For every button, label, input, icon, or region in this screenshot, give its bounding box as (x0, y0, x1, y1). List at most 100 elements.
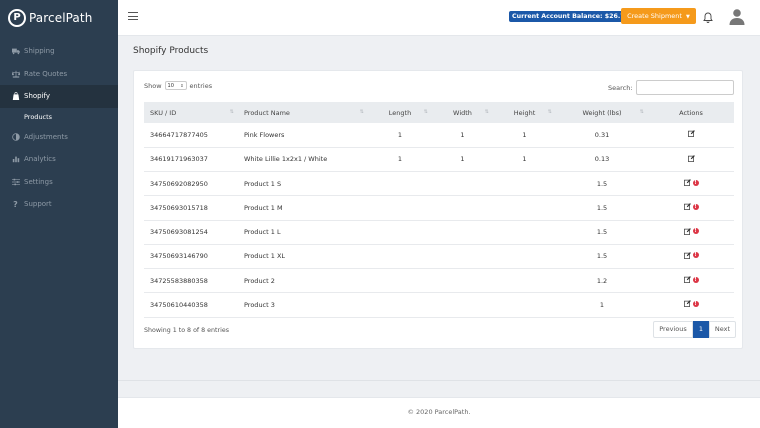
cell-height (493, 220, 556, 245)
cell-width (432, 220, 493, 245)
column-header-height[interactable]: Height ⇅ (493, 102, 556, 123)
sort-icon: ⇅ (639, 109, 644, 115)
cell-height (493, 292, 556, 318)
column-header-length[interactable]: Length ⇅ (368, 102, 432, 123)
page-1-button[interactable]: 1 (693, 321, 709, 338)
cell-sku: 34664717877405 (144, 123, 238, 148)
sidebar-item-settings[interactable]: Settings (0, 171, 118, 194)
delete-icon[interactable]: ! (692, 300, 699, 307)
next-page-button[interactable]: Next (709, 321, 736, 338)
delete-icon[interactable]: ! (692, 228, 699, 235)
sort-icon: ⇅ (423, 109, 428, 115)
cell-weight: 1.5 (556, 195, 648, 221)
sidebar-item-rate-quotes[interactable]: Rate Quotes (0, 63, 118, 86)
sidebar-subitem-products[interactable]: Products (0, 108, 118, 126)
cell-width (432, 292, 493, 318)
column-header-sku[interactable]: SKU / ID ⇅ (144, 102, 238, 123)
cell-product-name: Product 1 L (238, 220, 368, 245)
sidebar-item-label: Rate Quotes (24, 69, 68, 78)
sidebar-item-analytics[interactable]: Analytics (0, 148, 118, 171)
cell-weight: 1 (556, 292, 648, 318)
sort-icon: ⇅ (229, 109, 234, 115)
sort-icon: ⇅ (547, 109, 552, 115)
previous-page-button[interactable]: Previous (653, 321, 693, 338)
cell-length (368, 195, 432, 221)
cell-sku: 34725583880358 (144, 268, 238, 294)
cell-width (432, 195, 493, 221)
menu-toggle-icon[interactable] (128, 12, 138, 20)
cell-length (368, 171, 432, 197)
cell-actions: ! (648, 220, 734, 245)
cell-product-name: Product 2 (238, 268, 368, 294)
table-info: Showing 1 to 8 of 8 entries (144, 327, 229, 334)
cell-product-name: Product 1 M (238, 195, 368, 221)
top-header: Current Account Balance: $26.77 Create S… (118, 0, 760, 36)
search-input[interactable] (636, 80, 734, 95)
page-title: Shopify Products (133, 46, 209, 56)
edit-icon[interactable] (683, 227, 691, 235)
products-card: Show 10 ⇕ entries Search: SKU / ID ⇅ Prod… (133, 70, 743, 349)
account-balance-badge[interactable]: Current Account Balance: $26.77 (509, 11, 633, 22)
cell-width (432, 268, 493, 294)
sort-icon: ⇅ (359, 109, 364, 115)
table-row: 34750693081254 Product 1 L 1.5! (144, 220, 734, 245)
cell-sku: 34750692082950 (144, 171, 238, 197)
delete-icon[interactable]: ! (692, 276, 699, 283)
column-header-width[interactable]: Width ⇅ (432, 102, 493, 123)
sidebar-item-adjustments[interactable]: Adjustments (0, 126, 118, 149)
cell-product-name: Pink Flowers (238, 123, 368, 148)
edit-icon[interactable] (683, 252, 691, 259)
cell-weight: 1.5 (556, 244, 648, 270)
edit-icon[interactable] (683, 203, 691, 211)
table-row: 34750610440358 Product 3 1! (144, 292, 734, 318)
cell-actions: ! (648, 244, 734, 270)
delete-icon[interactable]: ! (692, 179, 699, 186)
column-header-product-name[interactable]: Product Name ⇅ (238, 102, 368, 123)
cell-product-name: Product 1 S (238, 171, 368, 197)
edit-icon[interactable] (687, 130, 695, 138)
cell-height (493, 195, 556, 221)
content-divider (118, 380, 760, 381)
table-row: 34664717877405 Pink Flowers 1 1 1 0.31 (144, 123, 734, 148)
cell-weight: 1.5 (556, 220, 648, 245)
cell-height: 1 (493, 123, 556, 148)
logo[interactable]: P ParcelPath (0, 0, 118, 36)
entries-length-control: Show 10 ⇕ entries (144, 81, 212, 90)
cell-actions: ! (648, 292, 734, 318)
sidebar-nav: Shipping Rate Quotes Shopify Products Ad… (0, 40, 118, 216)
footer: © 2020 ParcelPath. (118, 397, 760, 428)
half-circle-icon (10, 132, 21, 141)
sidebar-item-label: Settings (24, 177, 53, 186)
bar-chart-icon (10, 155, 21, 163)
edit-icon[interactable] (683, 179, 691, 187)
cell-sku: 34750693015718 (144, 195, 238, 221)
search-label: Search: (608, 84, 633, 92)
cell-length (368, 244, 432, 270)
sidebar-item-label: Shipping (24, 47, 55, 56)
sidebar: P ParcelPath Shipping Rate Quotes Shopif… (0, 0, 118, 428)
sidebar-item-shipping[interactable]: Shipping (0, 40, 118, 63)
edit-icon[interactable] (683, 276, 691, 284)
table-header-row: SKU / ID ⇅ Product Name ⇅ Length ⇅ Width ⇅ H… (144, 102, 734, 123)
cell-sku: 34619171963037 (144, 147, 238, 173)
shopify-bag-icon (10, 92, 21, 101)
parcelpath-logo-icon: P (8, 9, 26, 27)
create-shipment-button[interactable]: Create Shipment ▼ (621, 8, 696, 24)
cell-width: 1 (432, 123, 493, 148)
sidebar-item-shopify[interactable]: Shopify (0, 85, 118, 108)
cell-weight: 1.5 (556, 171, 648, 197)
bell-icon[interactable] (703, 12, 713, 23)
edit-icon[interactable] (683, 300, 691, 308)
cell-product-name: Product 3 (238, 292, 368, 318)
column-header-weight[interactable]: Weight (lbs) ⇅ (556, 102, 648, 123)
delete-icon[interactable]: ! (692, 203, 699, 210)
sidebar-item-support[interactable]: ? Support (0, 193, 118, 216)
sort-icon: ⇅ (484, 109, 489, 115)
edit-icon[interactable] (687, 155, 695, 162)
cell-weight: 0.31 (556, 123, 648, 148)
delete-icon[interactable]: ! (692, 252, 699, 259)
entries-select[interactable]: 10 ⇕ (164, 81, 187, 90)
user-avatar-icon[interactable] (729, 8, 745, 25)
cell-product-name: Product 1 XL (238, 244, 368, 270)
cell-width (432, 171, 493, 197)
